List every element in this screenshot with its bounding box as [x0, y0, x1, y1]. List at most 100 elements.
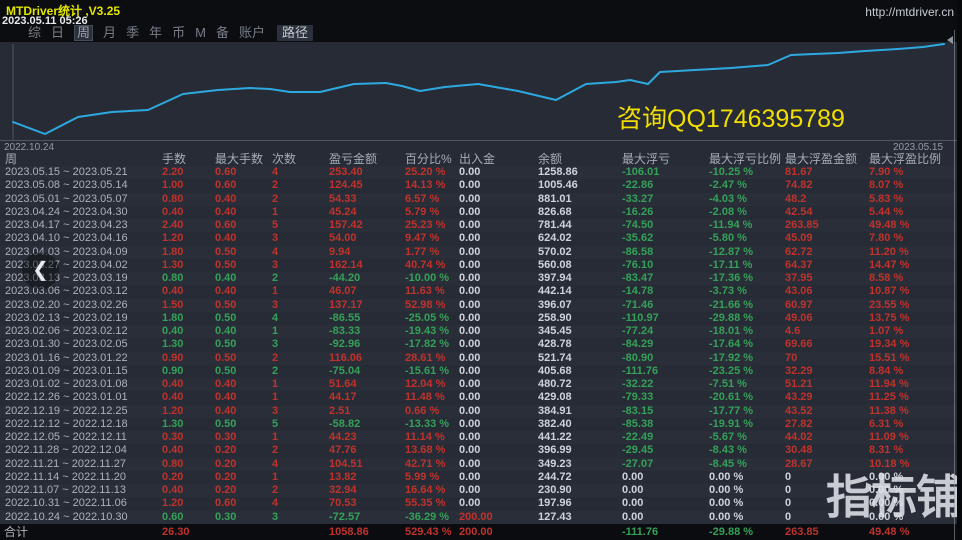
menu-item-3[interactable]: 周	[74, 25, 93, 41]
table-row[interactable]: 2023.02.20 ~ 2023.02.261.500.503137.1752…	[0, 299, 962, 312]
cell-n: 1	[270, 431, 327, 444]
menu-item-2[interactable]: 日	[51, 25, 64, 41]
cell-mfpp: 49.48 %	[867, 219, 962, 232]
cell-bal: 396.07	[536, 299, 620, 312]
table-row[interactable]: 2023.05.01 ~ 2023.05.070.800.40254.336.5…	[0, 193, 962, 206]
column-header: 最大手数	[213, 150, 270, 166]
table-row[interactable]: 2023.03.13 ~ 2023.03.190.800.402-44.20-1…	[0, 272, 962, 285]
cell-lots: 0.90	[160, 352, 213, 365]
table-row[interactable]: 2022.12.05 ~ 2022.12.110.300.30144.2311.…	[0, 431, 962, 444]
path-button[interactable]: 路径	[277, 25, 313, 41]
cell-mdd: -79.33	[620, 391, 707, 404]
table-row[interactable]: 2023.05.15 ~ 2023.05.212.200.604253.4025…	[0, 166, 962, 179]
cell-mfp: 45.09	[783, 232, 867, 245]
cell-bal: 826.68	[536, 206, 620, 219]
cell-lots: 1.30	[160, 338, 213, 351]
table-row[interactable]: 2023.04.17 ~ 2023.04.232.400.605157.4225…	[0, 219, 962, 232]
cell-lots: 0.40	[160, 484, 213, 497]
cell-lots: 1.20	[160, 405, 213, 418]
cell-mdd: 0.00	[620, 471, 707, 484]
table-row[interactable]: 2023.05.08 ~ 2023.05.141.000.602124.4514…	[0, 179, 962, 192]
cell-pct: 16.64 %	[403, 484, 457, 497]
table-row[interactable]: 2023.04.10 ~ 2023.04.161.200.40354.009.4…	[0, 232, 962, 245]
cell-io: 0.00	[457, 232, 536, 245]
cell-d: 2023.01.30 ~ 2023.02.05	[0, 338, 160, 351]
cell-pct: 13.68 %	[403, 444, 457, 457]
cell-io: 0.00	[457, 391, 536, 404]
cell-pct: -13.33 %	[403, 418, 457, 431]
table-row[interactable]: 2022.11.07 ~ 2022.11.130.400.20232.9416.…	[0, 484, 962, 497]
cell-mfp: 62.72	[783, 246, 867, 259]
cell-mfp: 43.29	[783, 391, 867, 404]
table-row[interactable]: 2022.10.24 ~ 2022.10.300.600.303-72.57-3…	[0, 511, 962, 524]
cell-mddp: -17.64 %	[707, 338, 783, 351]
table-row[interactable]: 2022.12.26 ~ 2023.01.010.400.40144.1711.…	[0, 391, 962, 404]
cell-mddp: -11.94 %	[707, 219, 783, 232]
table-row[interactable]: 2022.10.31 ~ 2022.11.061.200.60470.5355.…	[0, 497, 962, 510]
cell-pnl: 157.42	[327, 219, 403, 232]
column-header: 最大浮亏	[620, 150, 707, 166]
menu-item-1[interactable]: 综	[28, 25, 41, 41]
cell-d: 2022.10.24 ~ 2022.10.30	[0, 511, 160, 524]
cell-ml: 0.50	[213, 418, 270, 431]
table-row[interactable]: 2023.02.13 ~ 2023.02.191.800.504-86.55-2…	[0, 312, 962, 325]
cell-lots: 0.40	[160, 391, 213, 404]
menu-item-9[interactable]: 备	[216, 25, 229, 41]
cell-pnl: -92.96	[327, 338, 403, 351]
cell-mdd: -33.27	[620, 193, 707, 206]
cell-lots: 0.90	[160, 365, 213, 378]
cell-pct: 11.48 %	[403, 391, 457, 404]
menu-item-5[interactable]: 季	[126, 25, 139, 41]
cell-bal: 230.90	[536, 484, 620, 497]
cell-bal: 384.91	[536, 405, 620, 418]
cell-lots: 1.20	[160, 497, 213, 510]
cell-mdd: -80.90	[620, 352, 707, 365]
cell-lots: 1.50	[160, 299, 213, 312]
cell-pnl: 32.94	[327, 484, 403, 497]
back-chevron-icon[interactable]: ❮	[22, 252, 59, 289]
table-row[interactable]: 2023.03.27 ~ 2023.04.021.300.503162.1440…	[0, 259, 962, 272]
menu-item-6[interactable]: 年	[149, 25, 162, 41]
cell-lots: 0.40	[160, 325, 213, 338]
cell-n: 4	[270, 458, 327, 471]
cell-pnl: 46.07	[327, 285, 403, 298]
cell-mddp: -2.47 %	[707, 179, 783, 192]
cell-pnl: 70.53	[327, 497, 403, 510]
table-row[interactable]: 2023.04.24 ~ 2023.04.300.400.40145.245.7…	[0, 206, 962, 219]
table-row[interactable]: 2023.01.02 ~ 2023.01.080.400.40151.6412.…	[0, 378, 962, 391]
cell-d: 2022.12.12 ~ 2022.12.18	[0, 418, 160, 431]
cell-bal: 441.22	[536, 431, 620, 444]
table-row[interactable]: 2023.01.30 ~ 2023.02.051.300.503-92.96-1…	[0, 338, 962, 351]
cell-io: 0.00	[457, 272, 536, 285]
menu-item-10[interactable]: 账户	[239, 25, 265, 41]
menu-item-8[interactable]: M	[195, 25, 206, 41]
menu-item-4[interactable]: 月	[103, 25, 116, 41]
cell-ml: 0.60	[213, 219, 270, 232]
table-row[interactable]: 2023.03.06 ~ 2023.03.120.400.40146.0711.…	[0, 285, 962, 298]
cell-pnl: 162.14	[327, 259, 403, 272]
column-header: 手数	[160, 150, 213, 166]
table-row[interactable]: 2022.11.28 ~ 2022.12.040.400.20247.7613.…	[0, 444, 962, 457]
cell-n: 3	[270, 299, 327, 312]
cell-mfpp: 6.31 %	[867, 418, 962, 431]
cell-io: 0.00	[457, 259, 536, 272]
table-row[interactable]: 2023.01.09 ~ 2023.01.150.900.502-75.04-1…	[0, 365, 962, 378]
table-row[interactable]: 2022.12.12 ~ 2022.12.181.300.505-58.82-1…	[0, 418, 962, 431]
cell-n: 4	[270, 497, 327, 510]
cell-io: 0.00	[457, 193, 536, 206]
cell-bal: 397.94	[536, 272, 620, 285]
cell-mddp: -5.67 %	[707, 431, 783, 444]
right-scrollbar-line[interactable]	[954, 30, 955, 540]
cell-d: 2023.04.10 ~ 2023.04.16	[0, 232, 160, 245]
table-row[interactable]: 2022.12.19 ~ 2022.12.251.200.4032.510.66…	[0, 405, 962, 418]
cell-d: 2023.05.01 ~ 2023.05.07	[0, 193, 160, 206]
table-row[interactable]: 2022.11.14 ~ 2022.11.200.200.20113.825.9…	[0, 471, 962, 484]
table-row[interactable]: 2023.01.16 ~ 2023.01.220.900.502116.0628…	[0, 352, 962, 365]
cell-mdd: -111.76	[620, 524, 707, 540]
cell-bal: 521.74	[536, 352, 620, 365]
table-row[interactable]: 2023.04.03 ~ 2023.04.091.800.5049.941.77…	[0, 246, 962, 259]
table-row[interactable]: 2022.11.21 ~ 2022.11.270.800.204104.5142…	[0, 458, 962, 471]
menu-item-7[interactable]: 币	[172, 25, 185, 41]
table-row[interactable]: 2023.02.06 ~ 2023.02.120.400.401-83.33-1…	[0, 325, 962, 338]
cell-bal: 428.78	[536, 338, 620, 351]
